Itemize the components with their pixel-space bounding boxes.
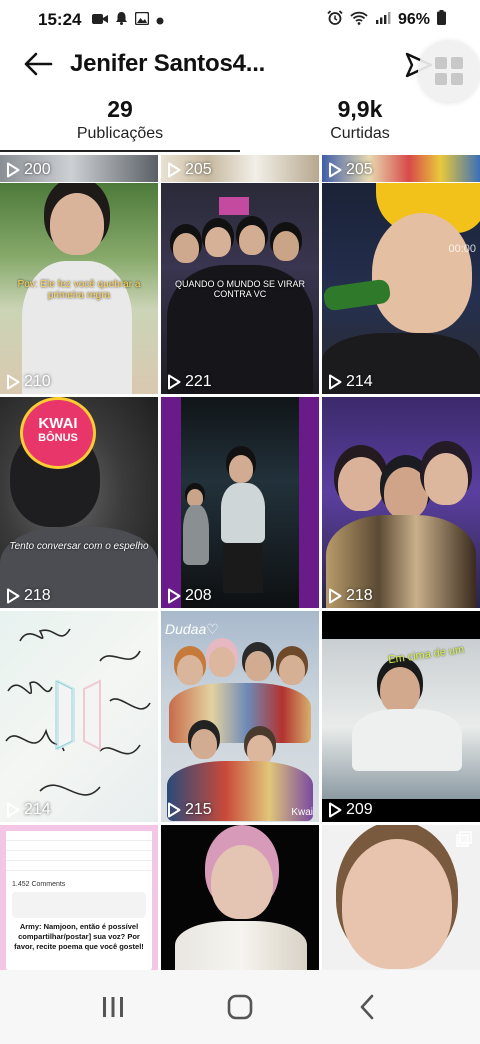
video-timer: 00:00 — [448, 243, 476, 255]
signal-icon — [375, 10, 391, 30]
play-icon — [329, 374, 342, 390]
video-tile[interactable]: KWAI BÔNUS Tento conversar com o espelho… — [0, 397, 158, 608]
video-tile[interactable]: 00:00 214 — [322, 183, 480, 394]
video-icon — [92, 10, 109, 30]
play-icon — [168, 802, 181, 818]
view-count: 208 — [185, 587, 212, 604]
posts-count: 29 — [107, 96, 133, 122]
tab-likes[interactable]: 9,9k Curtidas — [240, 94, 480, 152]
play-icon — [7, 588, 20, 604]
view-count: 218 — [346, 587, 373, 604]
wifi-icon — [350, 10, 368, 30]
video-caption: Pov: Ele fez você quebrar a primeira reg… — [17, 279, 141, 301]
profile-header: Jenifer Santos4... — [0, 40, 480, 102]
play-icon — [168, 588, 181, 604]
video-tile[interactable]: 1.452 Comments Army: Namjoon, então é po… — [0, 825, 158, 970]
video-tile[interactable]: 214 — [0, 611, 158, 822]
home-button[interactable] — [210, 977, 270, 1037]
view-count: 200 — [24, 161, 51, 178]
play-icon — [168, 162, 181, 178]
floating-grid-button[interactable] — [418, 40, 480, 102]
clock: 15:24 — [38, 10, 82, 29]
play-icon — [329, 802, 342, 818]
posts-label: Publicações — [76, 125, 164, 142]
video-tile[interactable] — [322, 825, 480, 970]
play-icon — [7, 162, 20, 178]
comments-count: 1.452 Comments — [12, 881, 66, 888]
recents-button[interactable] — [83, 977, 143, 1037]
view-count: 210 — [24, 373, 51, 390]
video-tile[interactable]: 200 — [0, 155, 158, 182]
back-icon — [360, 994, 373, 1020]
view-count: 218 — [24, 587, 51, 604]
grid-icon — [435, 57, 463, 85]
video-tile[interactable]: Dudaa♡ Kwai 215 — [161, 611, 319, 822]
play-icon — [7, 802, 20, 818]
view-count: 214 — [346, 373, 373, 390]
battery-percent: 96% — [397, 11, 430, 28]
video-tile[interactable]: 208 — [161, 397, 319, 608]
video-tile[interactable]: 205 — [322, 155, 480, 182]
autograph-graphic — [5, 628, 151, 796]
system-navigation-bar — [0, 970, 480, 1044]
multi-image-icon — [456, 831, 472, 852]
video-caption: Tento conversar com o espelho — [9, 541, 149, 552]
back-nav-button[interactable] — [337, 977, 397, 1037]
active-tab-indicator — [0, 150, 240, 152]
badge-text: KWAI — [38, 415, 78, 432]
profile-title: Jenifer Santos4... — [70, 50, 266, 77]
watermark-text: Dudaa♡ — [165, 621, 219, 637]
likes-count: 9,9k — [337, 96, 383, 122]
kwai-watermark: Kwai — [291, 807, 313, 818]
profile-stats: 29 Publicações 9,9k Curtidas — [0, 94, 480, 152]
video-tile[interactable]: Pov: Ele fez você quebrar a primeira reg… — [0, 183, 158, 394]
play-icon — [329, 162, 342, 178]
view-count: 214 — [24, 801, 51, 818]
video-tile[interactable]: Em cima de um 209 — [322, 611, 480, 822]
back-button[interactable] — [20, 48, 56, 80]
badge-text: BÔNUS — [38, 432, 78, 444]
tab-posts[interactable]: 29 Publicações — [0, 94, 240, 152]
play-icon — [7, 374, 20, 390]
dot-icon — [156, 10, 164, 30]
video-tile[interactable]: 205 — [161, 155, 319, 182]
view-count: 221 — [185, 373, 212, 390]
play-icon — [168, 374, 181, 390]
video-caption: QUANDO O MUNDO SE VIRAR CONTRA VC — [174, 279, 305, 299]
home-icon — [227, 994, 253, 1020]
status-bar: 15:24 96% — [0, 0, 480, 40]
arrow-left-icon — [24, 52, 53, 76]
view-count: 209 — [346, 801, 373, 818]
view-count: 205 — [185, 161, 212, 178]
alarm-icon — [327, 10, 343, 30]
video-tile[interactable]: 218 — [322, 397, 480, 608]
view-count: 215 — [185, 801, 212, 818]
view-count: 205 — [346, 161, 373, 178]
likes-label: Curtidas — [330, 125, 390, 142]
bell-icon — [115, 10, 128, 30]
comment-text: Army: Namjoon, então é possível comparti… — [14, 922, 144, 951]
video-tile[interactable] — [161, 825, 319, 970]
kwai-bonus-badge[interactable]: KWAI BÔNUS — [20, 397, 96, 469]
video-tile[interactable]: QUANDO O MUNDO SE VIRAR CONTRA VC 221 — [161, 183, 319, 394]
video-grid: 200 205 205 Pov: Ele fez você quebrar a … — [0, 155, 480, 970]
play-icon — [329, 588, 342, 604]
battery-icon — [437, 10, 446, 30]
recents-icon — [103, 997, 124, 1017]
image-icon — [135, 10, 150, 30]
